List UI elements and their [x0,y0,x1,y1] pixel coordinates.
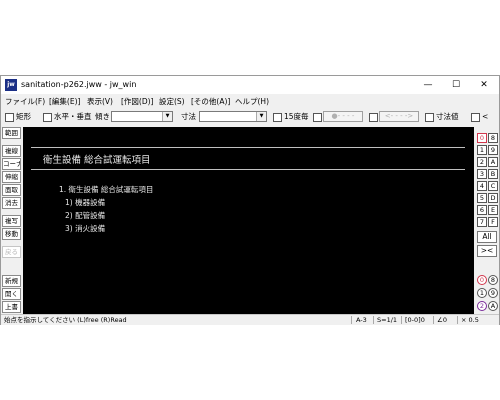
layer-9-button[interactable]: 9 [488,145,498,155]
layer-e-button[interactable]: E [488,205,498,215]
layer-b-button[interactable]: B [488,169,498,179]
dim-combo[interactable]: ▼ [199,111,267,122]
layer-7-button[interactable]: 7 [477,217,487,227]
tool-range[interactable]: 範囲 [2,127,21,139]
deg15-label: 15度毎 [284,112,309,121]
drawing-canvas[interactable]: 衛生設備 総合試運転項目 1. 衛生設備 総合試運転項目 1) 機器設備 2) … [23,127,474,315]
tool-open[interactable]: 開く [2,288,21,300]
layer-d-button[interactable]: D [488,193,498,203]
tool-copy[interactable]: 複写 [2,215,21,227]
status-divider [457,316,458,324]
slope-combo[interactable]: ▼ [111,111,173,122]
zoom-indicator[interactable]: × 0.5 [461,315,479,325]
point-checkbox[interactable] [313,113,322,122]
dim-label: 寸法 [181,112,196,121]
layer-f-button[interactable]: F [488,217,498,227]
menu-draw[interactable]: [作図(D)] [121,96,153,107]
close-button[interactable]: ✕ [471,78,497,92]
layer-all-button[interactable]: All [477,231,497,243]
hv-checkbox[interactable] [43,113,52,122]
group-2-button[interactable]: 2 [477,301,487,311]
app-icon: jw [5,79,17,91]
status-message: 始点を指示してください (L)free (R)Read [4,316,127,324]
drawing-item-1: 1. 衛生設備 総合試運転項目 [59,185,154,194]
tool-save[interactable]: 上書 [2,301,21,313]
menu-other[interactable]: [その他(A)] [191,96,230,107]
extra-label: < [482,112,489,121]
arrow-checkbox[interactable] [369,113,378,122]
paper-size[interactable]: A-3 [356,315,367,325]
layer-c-button[interactable]: C [488,181,498,191]
scale-indicator[interactable]: S=1/1 [377,315,397,325]
layer-cross-button[interactable]: >< [477,245,497,257]
menu-file[interactable]: ファイル(F) [5,96,45,107]
chevron-down-icon[interactable]: ▼ [162,112,172,121]
tool-undo[interactable]: 戻る [2,246,21,258]
rect-label: 矩形 [16,112,31,121]
rect-checkbox[interactable] [5,113,14,122]
angle-indicator[interactable]: ∠0 [437,315,447,325]
menu-bar: ファイル(F) [編集(E)] 表示(V) [作図(D)] 設定(S) [その他… [1,95,499,108]
layer-5-button[interactable]: 5 [477,193,487,203]
drawing-sub-1: 1) 機器設備 [65,198,106,207]
status-bar: 始点を指示してください (L)free (R)Read A-3 S=1/1 [0… [1,314,499,325]
layer-8-button[interactable]: 8 [488,133,498,143]
chevron-down-icon[interactable]: ▼ [256,112,266,121]
group-8-button[interactable]: 8 [488,275,498,285]
drawing-heading: 衛生設備 総合試運転項目 [43,155,151,166]
layer-4-button[interactable]: 4 [477,181,487,191]
deg15-checkbox[interactable] [273,113,282,122]
group-0-button[interactable]: 0 [477,275,487,285]
minimize-button[interactable]: — [415,78,441,92]
dimval-checkbox[interactable] [425,113,434,122]
menu-settings[interactable]: 設定(S) [159,96,185,107]
layer-indicator[interactable]: [0-0]0 [405,315,425,325]
arrow-line-button[interactable]: <- - - -> [379,111,419,122]
menu-help[interactable]: ヘルプ(H) [235,96,269,107]
drawing-top-rule [31,147,465,148]
slope-label: 傾き [95,112,110,121]
layer-a-button[interactable]: A [488,157,498,167]
drawing-sub-2: 2) 配管設備 [65,211,106,220]
layer-panel: 0 1 2 3 4 5 6 7 8 9 A B C D E F All >< 0… [475,127,499,315]
group-a-button[interactable]: A [488,301,498,311]
drawing-sub-3: 3) 消火設備 [65,224,106,233]
layer-2-button[interactable]: 2 [477,157,487,167]
drawing-heading-rule [31,169,465,170]
layer-0-button[interactable]: 0 [477,133,487,143]
status-divider [373,316,374,324]
tool-corner[interactable]: コーナー [2,158,21,170]
jw-win-window: jw sanitation-p262.jww - jw_win — ☐ ✕ ファ… [0,75,500,325]
tool-erase[interactable]: 消去 [2,197,21,209]
dimval-label: 寸法値 [436,112,459,121]
title-bar[interactable]: jw sanitation-p262.jww - jw_win — ☐ ✕ [1,76,499,94]
tool-new[interactable]: 新規 [2,275,21,287]
status-divider [351,316,352,324]
group-1-button[interactable]: 1 [477,288,487,298]
tool-trim[interactable]: 伸縮 [2,171,21,183]
layer-6-button[interactable]: 6 [477,205,487,215]
group-9-button[interactable]: 9 [488,288,498,298]
maximize-button[interactable]: ☐ [443,78,469,92]
extra-checkbox[interactable] [471,113,480,122]
tool-move[interactable]: 移動 [2,228,21,240]
layer-3-button[interactable]: 3 [477,169,487,179]
point-line-button[interactable]: ●- - - - [323,111,363,122]
menu-view[interactable]: 表示(V) [87,96,113,107]
status-divider [433,316,434,324]
window-title: sanitation-p262.jww - jw_win [21,80,137,89]
hv-label: 水平・垂直 [54,112,92,121]
layer-1-button[interactable]: 1 [477,145,487,155]
status-divider [401,316,402,324]
menu-edit[interactable]: [編集(E)] [49,96,80,107]
tool-chamfer[interactable]: 面取 [2,184,21,196]
tool-options-bar: 矩形 水平・垂直 傾き ▼ 寸法 ▼ 15度毎 ●- - - - <- - - … [1,109,499,125]
tool-offset[interactable]: 複線 [2,145,21,157]
